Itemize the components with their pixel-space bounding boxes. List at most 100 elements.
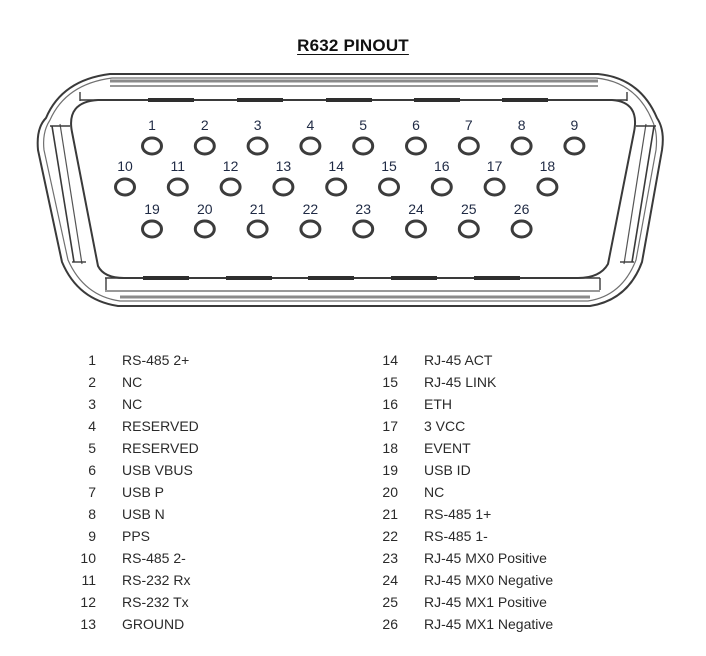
pin-signal: ETH	[424, 396, 452, 412]
pin-signal: NC	[424, 484, 445, 500]
pin-signal: NC	[122, 396, 143, 412]
pinout-row: 23 RJ-45 MX0 Positive	[372, 547, 553, 569]
pin-signal: USB N	[122, 506, 165, 522]
pin-11: 11	[166, 158, 189, 197]
pin-signal: 3 VCC	[424, 418, 466, 434]
pinout-row: 7 USB P	[70, 481, 199, 503]
pinout-row: 22 RS-485 1-	[372, 525, 553, 547]
pin-signal: RJ-45 LINK	[424, 374, 497, 390]
pin-number-label: 23	[355, 201, 371, 217]
pin-number: 19	[382, 462, 398, 478]
pin-socket-icon	[114, 177, 136, 197]
pin-signal: RESERVED	[122, 440, 199, 456]
pin-number-label: 20	[197, 201, 213, 217]
pinout-row: 20 NC	[372, 481, 553, 503]
pin-number: 21	[382, 506, 398, 522]
pinout-row: 9 PPS	[70, 525, 199, 547]
pinout-row: 24 RJ-45 MX0 Negative	[372, 569, 553, 591]
pin-socket-icon	[246, 136, 269, 156]
pinout-row: 17 3 VCC	[372, 415, 553, 437]
pin-number: 6	[88, 462, 96, 478]
pinout-row: 13 GROUND	[70, 613, 199, 635]
pin-number-label: 19	[144, 201, 160, 217]
pinout-table-left: 1 RS-485 2+ 2 NC 3 NC 4 RESERVED 5 RESERVED 6 USB V…	[70, 349, 199, 635]
pin-socket-icon	[457, 219, 480, 239]
pin-3: 3	[246, 117, 269, 156]
pin-number-label: 13	[276, 158, 292, 174]
pin-number-label: 12	[223, 158, 239, 174]
pin-number: 7	[88, 484, 96, 500]
pin-signal: RS-485 2-	[122, 550, 186, 566]
pinout-row: 19 USB ID	[372, 459, 553, 481]
pin-6: 6	[405, 117, 427, 156]
pin-socket-icon	[246, 219, 269, 239]
pin-socket-icon	[166, 177, 189, 197]
connector-shell	[36, 73, 664, 307]
pin-number: 15	[382, 374, 398, 390]
pin-number-label: 25	[461, 201, 477, 217]
pin-number: 5	[88, 440, 96, 456]
pinout-row: 1 RS-485 2+	[70, 349, 199, 371]
shell-dash	[226, 276, 272, 280]
pin-number-label: 5	[359, 117, 367, 133]
pin-number-label: 10	[117, 158, 133, 174]
pin-17: 17	[483, 158, 506, 197]
pin-array: 1 2 3 4 5 6 7 8 910 11 12 13 14 15 16 17 1819 20 21 22 23 24 2…	[114, 117, 586, 239]
pin-number: 20	[382, 484, 398, 500]
pin-number: 18	[382, 440, 398, 456]
pinout-row: 3 NC	[70, 393, 199, 415]
pin-socket-icon	[352, 219, 375, 239]
pin-number-label: 11	[171, 158, 186, 174]
pin-socket-icon	[510, 219, 533, 239]
pin-1: 1	[141, 117, 163, 156]
pin-socket-icon	[378, 177, 400, 197]
pinout-row: 25 RJ-45 MX1 Positive	[372, 591, 553, 613]
pin-socket-icon	[483, 177, 506, 197]
pin-signal: RJ-45 MX0 Negative	[424, 572, 554, 588]
pin-number-label: 8	[518, 117, 526, 133]
pin-number-label: 4	[307, 117, 315, 133]
pinout-row: 5 RESERVED	[70, 437, 199, 459]
pin-number-label: 15	[381, 158, 397, 174]
pin-number: 2	[88, 374, 96, 390]
pin-number-label: 21	[250, 201, 266, 217]
pinout-row: 15 RJ-45 LINK	[372, 371, 553, 393]
pin-number: 3	[88, 396, 96, 412]
pin-number: 14	[382, 352, 398, 368]
pin-14: 14	[325, 158, 348, 197]
pin-number-label: 2	[201, 117, 209, 133]
pin-socket-icon	[141, 136, 163, 156]
shell-dash	[326, 98, 372, 102]
pin-socket-icon	[405, 136, 427, 156]
pin-signal: RS-485 1-	[424, 528, 488, 544]
pinout-row: 10 RS-485 2-	[70, 547, 199, 569]
pin-number-label: 26	[514, 201, 530, 217]
pin-7: 7	[457, 117, 480, 156]
connector-diagram: 1 2 3 4 5 6 7 8 910 11 12 13 14 15 16 17 1819 20 21 22 23 24 2…	[36, 73, 664, 307]
pin-number-label: 22	[303, 201, 319, 217]
pinout-row: 4 RESERVED	[70, 415, 199, 437]
pin-number: 10	[80, 550, 96, 566]
pin-21: 21	[246, 201, 269, 239]
pin-18: 18	[536, 158, 559, 197]
pin-number: 13	[80, 616, 96, 632]
pin-26: 26	[510, 201, 533, 239]
pin-signal: USB ID	[424, 462, 471, 478]
pin-socket-icon	[325, 177, 348, 197]
pin-number: 9	[88, 528, 96, 544]
shell-outer-outline	[36, 73, 664, 307]
pin-number-label: 18	[540, 158, 556, 174]
pin-socket-icon	[299, 219, 322, 239]
pin-4: 4	[299, 117, 322, 156]
pin-socket-icon	[299, 136, 322, 156]
pin-socket-icon	[405, 219, 427, 239]
pin-socket-icon	[193, 219, 216, 239]
pin-socket-icon	[352, 136, 375, 156]
pin-signal: RS-485 1+	[424, 506, 492, 522]
pin-socket-icon	[510, 136, 533, 156]
pin-signal: RJ-45 MX0 Positive	[424, 550, 547, 566]
pinout-row: 8 USB N	[70, 503, 199, 525]
pin-signal: RJ-45 MX1 Negative	[424, 616, 554, 632]
pin-socket-icon	[536, 177, 559, 197]
shell-dash	[237, 98, 283, 102]
